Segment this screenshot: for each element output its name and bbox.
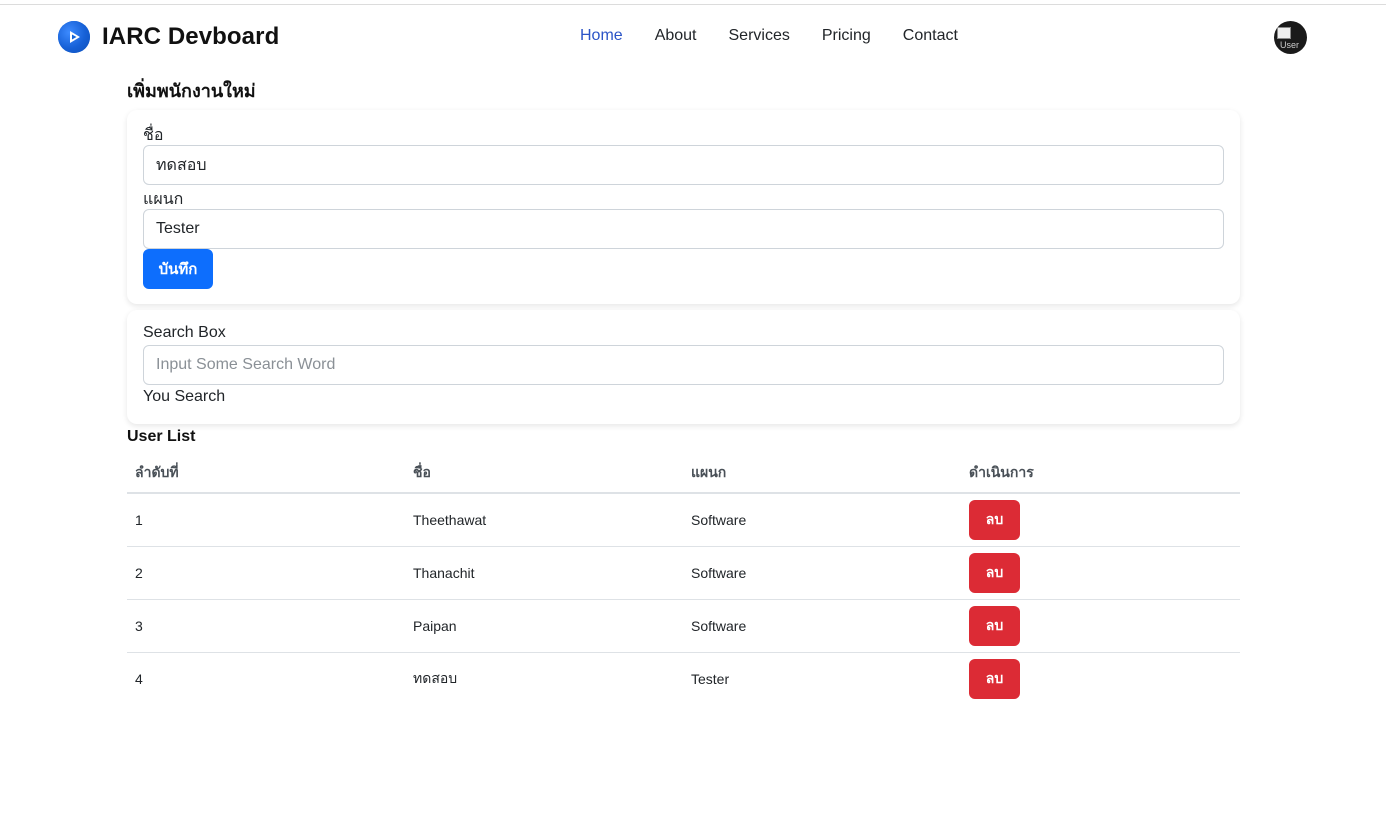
row-action-cell: ลบ xyxy=(961,546,1240,600)
table-row: 1 Theethawat Software ลบ xyxy=(127,493,1240,547)
department-input[interactable] xyxy=(143,209,1224,249)
table-row: 4 ทดสอบ Tester ลบ xyxy=(127,653,1240,706)
column-header-no: ลำดับที่ xyxy=(127,454,405,494)
delete-button[interactable]: ลบ xyxy=(969,659,1020,699)
row-name: ทดสอบ xyxy=(413,670,458,686)
nav-about[interactable]: About xyxy=(655,27,697,45)
nav-home[interactable]: Home xyxy=(580,27,623,45)
row-number: 3 xyxy=(127,599,405,653)
name-input[interactable] xyxy=(143,145,1224,185)
column-header-department: แผนก xyxy=(683,454,961,494)
save-button[interactable]: บันทึก xyxy=(143,249,213,289)
user-list-title: User List xyxy=(127,428,196,445)
delete-button[interactable]: ลบ xyxy=(969,606,1020,646)
delete-button[interactable]: ลบ xyxy=(969,500,1020,540)
broken-image-icon xyxy=(1277,27,1291,39)
avatar-alt-text: User xyxy=(1280,40,1300,50)
table-row: 3 Paipan Software ลบ xyxy=(127,599,1240,653)
column-header-action: ดำเนินการ xyxy=(961,454,1240,494)
row-number: 4 xyxy=(135,671,143,687)
row-name: Paipan xyxy=(405,599,683,653)
nav-contact[interactable]: Contact xyxy=(903,27,958,45)
row-number: 1 xyxy=(127,493,405,547)
main-nav: Home About Services Pricing Contact xyxy=(580,27,958,45)
search-label: Search Box xyxy=(143,324,226,341)
nav-services[interactable]: Services xyxy=(729,27,790,45)
search-result-label: You Search xyxy=(143,388,226,405)
row-name: Thanachit xyxy=(405,546,683,600)
search-card: Search Box You Search xyxy=(127,310,1240,424)
top-divider xyxy=(0,4,1386,5)
row-number: 2 xyxy=(127,546,405,600)
brand[interactable]: IARC Devboard xyxy=(58,21,279,53)
row-department: Software xyxy=(683,546,961,600)
row-department: Tester xyxy=(691,671,730,687)
play-circle-icon xyxy=(58,21,90,53)
delete-button[interactable]: ลบ xyxy=(969,553,1020,593)
add-employee-card: ชื่อ แผนก บันทึก xyxy=(127,110,1240,304)
avatar[interactable]: User xyxy=(1274,21,1307,54)
row-department: Software xyxy=(683,493,961,547)
table-row: 2 Thanachit Software ลบ xyxy=(127,546,1240,600)
column-header-name: ชื่อ xyxy=(405,454,683,494)
search-input[interactable] xyxy=(143,345,1224,385)
row-department: Software xyxy=(683,599,961,653)
nav-pricing[interactable]: Pricing xyxy=(822,27,871,45)
row-name: Theethawat xyxy=(405,493,683,547)
user-table: ลำดับที่ ชื่อ แผนก ดำเนินการ 1 Theethawa… xyxy=(127,454,1240,705)
row-action-cell: ลบ xyxy=(961,653,1240,706)
row-action-cell: ลบ xyxy=(961,493,1240,547)
brand-name: IARC Devboard xyxy=(102,23,280,50)
row-action-cell: ลบ xyxy=(961,599,1240,653)
add-employee-title: เพิ่มพนักงานใหม่ xyxy=(127,81,256,101)
table-header-row: ลำดับที่ ชื่อ แผนก ดำเนินการ xyxy=(127,454,1240,494)
